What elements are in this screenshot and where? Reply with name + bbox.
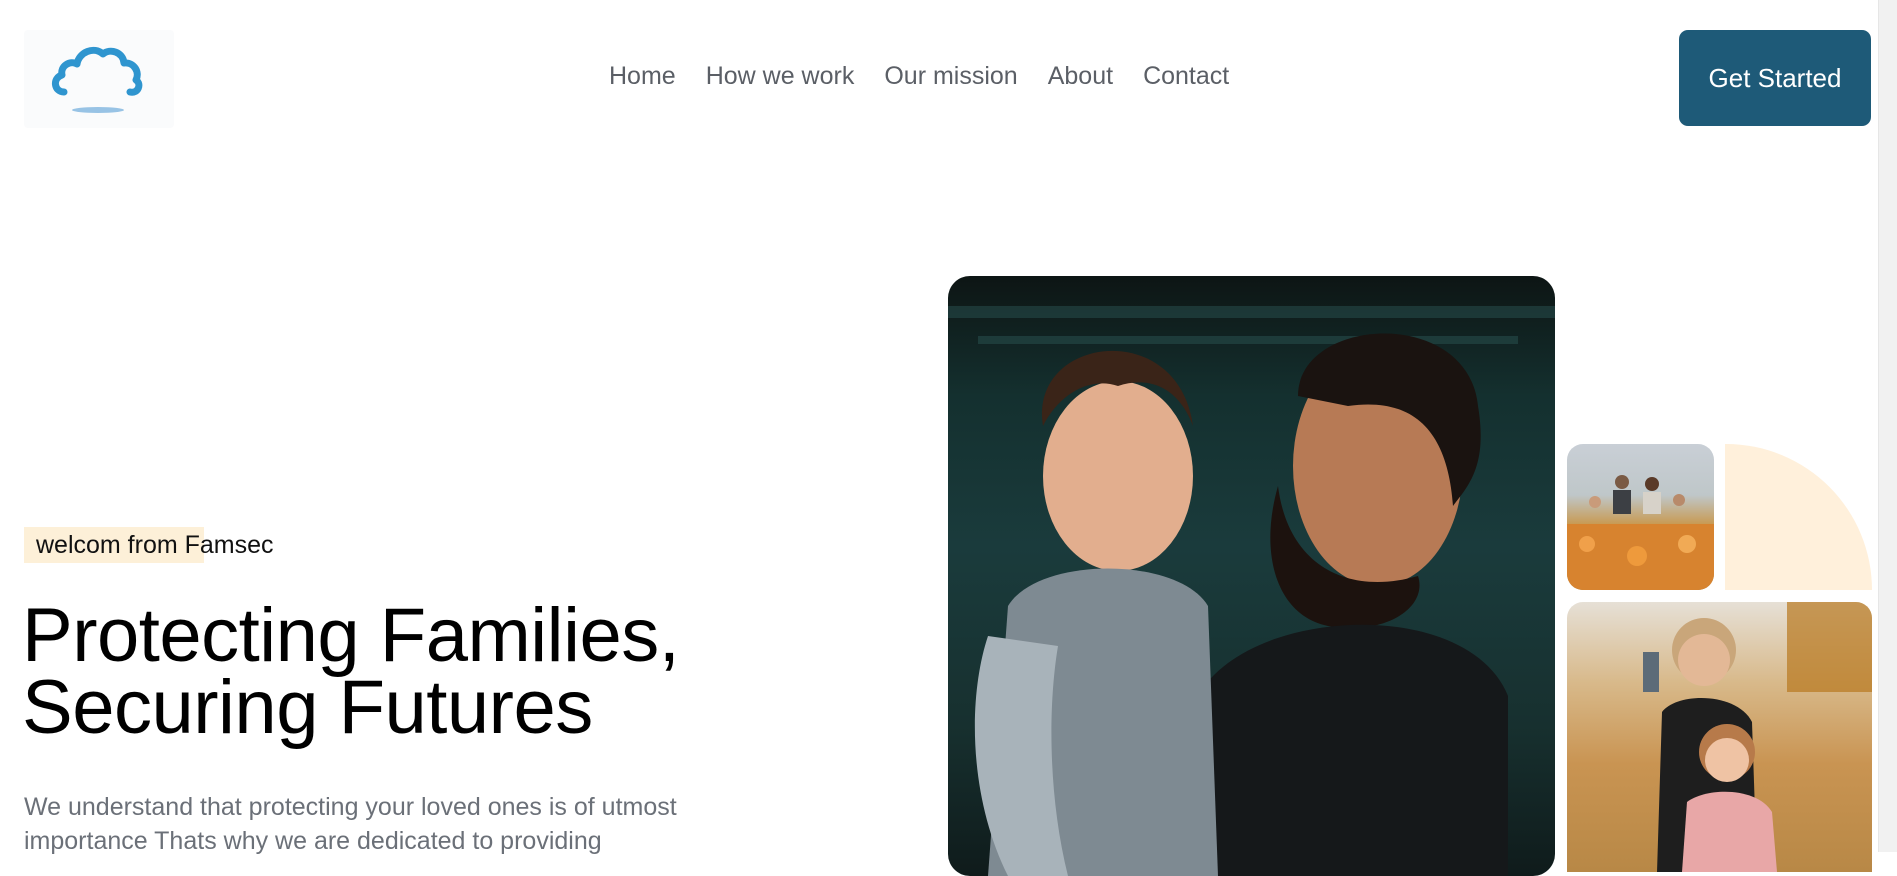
get-started-button[interactable]: Get Started [1679,30,1871,126]
hero-headline: Protecting Families, Securing Futures [22,593,680,750]
eyebrow-text: welcom from Famsec [36,531,274,559]
photo-main-art [948,306,1555,876]
logo[interactable] [24,30,174,128]
photo-small-2-art [1643,602,1872,872]
headline-line-2: Securing Futures [22,665,593,750]
nav-home[interactable]: Home [609,59,676,93]
nav-how-we-work[interactable]: How we work [706,59,855,93]
nav-contact[interactable]: Contact [1143,59,1229,93]
family-in-flower-field-photo [1567,444,1714,590]
father-kissing-child-photo [948,276,1555,876]
cloud-icon [52,46,143,113]
hero-description: We understand that protecting your loved… [24,793,677,855]
scrollbar[interactable] [1878,0,1897,852]
headline-line-1: Protecting Families, [22,593,680,678]
nav-our-mission[interactable]: Our mission [884,59,1017,93]
photo-small-1-art [1567,475,1714,590]
decorative-quarter-circle [1725,444,1872,590]
nav-about[interactable]: About [1048,59,1113,93]
children-hugging-in-field-photo [1567,602,1872,872]
main-nav: Home How we work Our mission About Conta… [609,59,1229,93]
